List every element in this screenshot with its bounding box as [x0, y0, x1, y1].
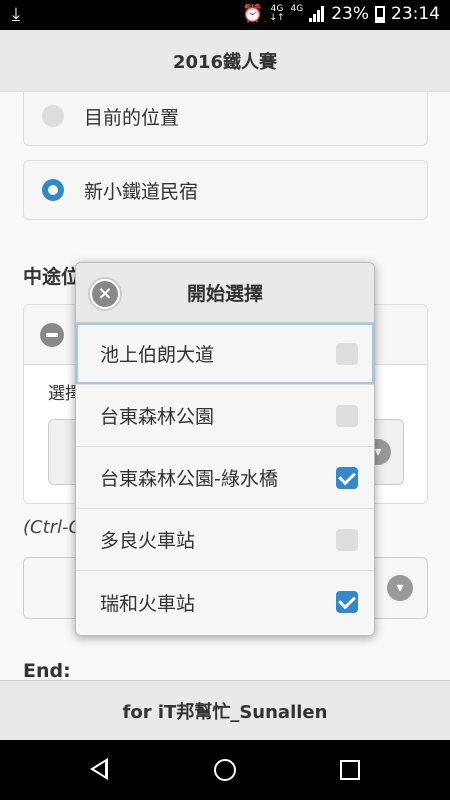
alarm-icon: ⏰	[242, 4, 264, 24]
multiselect-popup: × 開始選擇 池上伯朗大道 台東森林公園 台東森林公園-綠水橋 多良火車站 瑞和…	[75, 262, 375, 636]
popup-title: 開始選擇	[186, 283, 263, 305]
close-icon: ×	[92, 281, 118, 307]
chevron-down-icon: ▾	[387, 575, 413, 601]
option-chishang-brown-avenue[interactable]: 池上伯朗大道	[76, 323, 374, 385]
radio-selected-icon	[42, 179, 64, 201]
system-nav-bar	[0, 740, 450, 800]
radio-label: 新小鐵道民宿	[84, 180, 199, 203]
checkbox-unchecked-icon	[336, 404, 358, 427]
option-taitung-forest-park[interactable]: 台東森林公園	[76, 385, 374, 447]
signal-icon	[309, 6, 325, 22]
network-type-2: 4G	[290, 4, 304, 14]
page-header: 2016鐵人賽	[0, 30, 450, 92]
download-icon: ⤓	[12, 4, 20, 25]
battery-percent: 23%	[331, 4, 369, 24]
checkbox-unchecked-icon	[336, 342, 358, 365]
option-label: 台東森林公園	[100, 406, 215, 428]
option-label: 台東森林公園-綠水橋	[100, 468, 278, 490]
recent-apps-square-icon[interactable]	[340, 760, 360, 780]
option-label: 池上伯朗大道	[100, 344, 215, 366]
clock: 23:14	[391, 4, 440, 24]
footer-text: for iT邦幫忙_Sunallen	[122, 701, 328, 723]
back-triangle-icon[interactable]	[90, 758, 108, 780]
popup-header: × 開始選擇	[76, 263, 374, 323]
radio-label: 目前的位置	[84, 106, 180, 129]
waypoints-heading: 中途位	[23, 266, 81, 288]
radio-option-xinxiao-bnb[interactable]: 新小鐵道民宿	[23, 160, 428, 220]
option-label: 瑞和火車站	[100, 592, 196, 615]
network-type-1: 4G ↓↑	[269, 4, 285, 23]
end-label: End:	[23, 660, 71, 680]
page-title: 2016鐵人賽	[172, 51, 278, 73]
ctrl-hint: (Ctrl-C	[23, 517, 82, 538]
page-footer: for iT邦幫忙_Sunallen	[0, 680, 450, 740]
radio-unselected-icon	[42, 105, 64, 127]
checkbox-checked-icon	[336, 466, 358, 489]
radio-option-current-location[interactable]: 目前的位置	[23, 92, 428, 146]
checkbox-checked-icon	[336, 591, 358, 613]
option-ruihe-station[interactable]: 瑞和火車站	[76, 571, 374, 633]
option-taitung-forest-park-lushui-bridge[interactable]: 台東森林公園-綠水橋	[76, 447, 374, 509]
status-bar: ⤓ ⏰ 4G ↓↑ 4G 23% 23:14	[0, 0, 450, 30]
minus-circle-icon	[40, 322, 64, 347]
home-circle-icon[interactable]	[214, 759, 236, 781]
close-button[interactable]: ×	[88, 277, 122, 311]
checkbox-unchecked-icon	[336, 528, 358, 551]
battery-icon	[375, 5, 385, 23]
option-label: 多良火車站	[100, 530, 196, 552]
option-duoliang-station[interactable]: 多良火車站	[76, 509, 374, 571]
